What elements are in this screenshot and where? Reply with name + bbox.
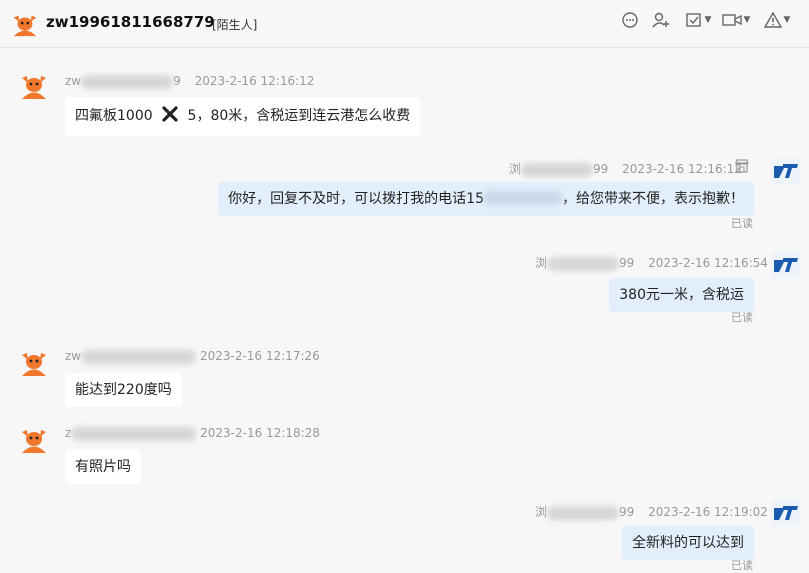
redacted-name	[71, 426, 197, 441]
sender-name-start: 浏	[535, 256, 548, 270]
redacted-name	[81, 349, 197, 364]
redacted-name	[547, 505, 620, 520]
read-status: 已读	[731, 559, 753, 572]
sender-name-end: 99	[619, 505, 635, 519]
redacted-name	[81, 74, 174, 89]
message-text: ，给您带来不便，表示抱歉！	[562, 191, 744, 207]
sender-name-end: 99	[619, 256, 635, 270]
sender-avatar[interactable]	[19, 70, 49, 100]
message-meta: zw 2023-2-16 12:17:26	[65, 349, 320, 364]
message-text: 能达到220度吗	[75, 382, 172, 398]
chat-username: zw19961811668779	[46, 13, 215, 31]
user-avatar[interactable]	[11, 10, 39, 38]
message-bubble[interactable]: 你好，回复不及时，可以拨打我的电话15 ，给您带来不便，表示抱歉！	[218, 182, 754, 216]
message-text: 380元一米，含税运	[619, 287, 744, 303]
message-time: 2023-2-16 12:16:54	[648, 256, 768, 270]
message-text: 有照片吗	[75, 459, 131, 475]
message-meta: zw 9 2023-2-16 12:16:12	[65, 74, 314, 89]
sender-avatar[interactable]	[19, 347, 49, 377]
sender-name-end: 9	[173, 74, 181, 88]
message-bubble[interactable]: 能达到220度吗	[65, 373, 182, 407]
message-meta: z 2023-2-16 12:18:28	[65, 426, 320, 441]
message-time: 2023-2-16 12:16:12	[194, 74, 315, 88]
xt-logo-avatar[interactable]	[771, 158, 801, 184]
xt-logo-avatar[interactable]	[771, 500, 801, 526]
chevron-down-icon[interactable]: ▼	[705, 15, 712, 25]
message-text: 5，80米，含税运到连云港怎么收费	[187, 108, 411, 124]
read-status: 已读	[731, 311, 753, 324]
chevron-down-icon[interactable]: ▼	[744, 15, 751, 25]
message-text: 四氟板1000	[75, 108, 153, 124]
message-time: 2023-2-16 12:16:12	[622, 162, 742, 176]
chat-header: zw19961811668779 [陌生人] ▼ ▼ ▼	[0, 0, 809, 48]
message-text: 你好，回复不及时，可以拨打我的电话15	[228, 191, 484, 207]
message-meta: 浏 99 2023-2-16 12:16:12	[509, 160, 742, 177]
add-contact-icon[interactable]	[651, 10, 671, 30]
message-time: 2023-2-16 12:17:26	[199, 349, 320, 363]
sender-name-start: zw	[65, 74, 82, 88]
sender-avatar[interactable]	[19, 424, 49, 454]
chat-bubble-icon[interactable]	[620, 10, 640, 30]
message-text: 全新料的可以达到	[632, 535, 744, 551]
message-bubble[interactable]: 有照片吗	[65, 450, 141, 484]
video-call-icon[interactable]: ▼	[718, 10, 754, 30]
read-status: 已读	[731, 217, 753, 230]
message-bubble[interactable]: 全新料的可以达到	[622, 526, 754, 560]
sender-name-start: 浏	[509, 162, 522, 176]
close-icon	[161, 105, 179, 128]
chevron-down-icon[interactable]: ▼	[784, 15, 791, 25]
store-icon[interactable]	[734, 158, 750, 178]
message-time: 2023-2-16 12:18:28	[200, 426, 320, 440]
redacted-name	[547, 256, 620, 271]
message-meta: 浏 99 2023-2-16 12:19:02	[535, 503, 768, 520]
sender-name-start: 浏	[535, 505, 548, 519]
sender-name-start: zw	[65, 349, 82, 363]
xt-logo-avatar[interactable]	[771, 252, 801, 278]
message-bubble[interactable]: 380元一米，含税运	[609, 278, 754, 312]
message-bubble[interactable]: 四氟板1000 5，80米，含税运到连云港怎么收费	[65, 97, 421, 136]
task-add-icon[interactable]: ▼	[680, 10, 716, 30]
message-meta: 浏 99 2023-2-16 12:16:54	[535, 254, 768, 271]
redacted-phone	[484, 191, 562, 205]
redacted-name	[521, 162, 594, 177]
message-time: 2023-2-16 12:19:02	[648, 505, 768, 519]
sender-name-end: 99	[593, 162, 609, 176]
stranger-tag: [陌生人]	[212, 18, 258, 32]
report-icon[interactable]: ▼	[759, 10, 795, 30]
